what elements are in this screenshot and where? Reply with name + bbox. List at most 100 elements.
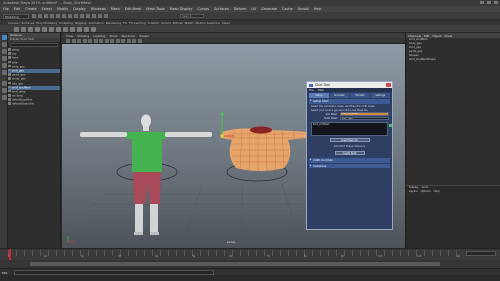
shelf-tab-custom[interactable]: Custom	[148, 21, 160, 25]
menu-modify[interactable]: Modify	[57, 7, 68, 11]
menu-create[interactable]: Create	[25, 7, 36, 11]
scale-tool-icon[interactable]	[1, 70, 7, 75]
torus-icon[interactable]	[42, 26, 47, 32]
shelf-tab-curves-surfaces[interactable]: Curves / Surfaces	[8, 21, 34, 25]
separate-icon[interactable]	[70, 26, 75, 32]
playhead[interactable]	[9, 249, 11, 260]
layer-menu-help[interactable]: Help	[434, 190, 440, 194]
ipr-render-icon[interactable]	[104, 14, 108, 18]
tab-transfer[interactable]: Transfer	[350, 93, 370, 98]
viewport-menu-renderer[interactable]: Renderer	[122, 34, 136, 38]
select-tool-icon[interactable]	[1, 35, 7, 40]
save-scene-icon[interactable]	[44, 14, 48, 18]
rotate-tool-icon[interactable]	[1, 63, 7, 68]
lasso-tool-icon[interactable]	[1, 42, 7, 47]
tab-simulate[interactable]: Simulate	[329, 93, 349, 98]
channel-box-line[interactable]: shirt_simMeshShape	[406, 58, 500, 62]
channel-tab-show[interactable]: Show	[444, 34, 452, 38]
section-setup-shirt[interactable]: Setup Shirt	[309, 99, 390, 104]
time-slider[interactable]: 1102030405060708090100110120	[0, 248, 500, 260]
menu-set-selector[interactable]: Modeling	[3, 13, 29, 19]
menu-deform[interactable]: Deform	[234, 7, 247, 11]
range-slider-handle[interactable]	[30, 262, 440, 266]
bevel-icon[interactable]	[84, 26, 89, 32]
viewport-menu-panels[interactable]: Panels	[139, 34, 149, 38]
camera-attributes-icon[interactable]	[71, 39, 76, 43]
channel-tab-channels[interactable]: Channels	[408, 34, 421, 38]
layer-menu-layers[interactable]: Layers	[409, 190, 418, 194]
dialog-close-button[interactable]	[386, 83, 391, 87]
plane-icon[interactable]	[49, 26, 54, 32]
menu-cache[interactable]: Cache	[282, 7, 293, 11]
close-button[interactable]	[494, 1, 498, 4]
shelf-tab-fx-caching[interactable]: FX Caching	[129, 21, 146, 25]
new-scene-icon[interactable]	[32, 14, 36, 18]
shelf-tab-sculpting[interactable]: Sculpting	[59, 21, 73, 25]
combine-icon[interactable]	[63, 26, 68, 32]
command-input[interactable]	[14, 270, 214, 275]
menu-file[interactable]: File	[3, 7, 9, 11]
shelf-tab-animation[interactable]: Animation	[88, 21, 103, 25]
redo-icon[interactable]	[56, 14, 60, 18]
move-tool-icon[interactable]	[1, 56, 7, 61]
lights-icon[interactable]	[121, 39, 125, 43]
dialog-menu-help[interactable]: Help	[318, 88, 324, 92]
menu-mesh[interactable]: Mesh	[111, 7, 120, 11]
add-icon[interactable]	[389, 123, 392, 127]
single-view-icon[interactable]	[1, 81, 7, 86]
cloth-mesh-field[interactable]: shirt_geo	[340, 116, 389, 121]
shelf-tab-mash[interactable]: MASH	[185, 21, 194, 25]
cylinder-icon[interactable]	[28, 26, 33, 32]
current-frame-field[interactable]	[466, 251, 496, 256]
menu-arnold[interactable]: Arnold	[298, 7, 309, 11]
paint-select-icon[interactable]	[1, 49, 7, 54]
menu-windows[interactable]: Windows	[91, 7, 106, 11]
resolution-gate-icon[interactable]	[99, 39, 103, 43]
sim-mesh-field[interactable]: shirt_simMesh	[340, 112, 389, 116]
xray-icon[interactable]	[132, 39, 136, 43]
minimize-button[interactable]	[480, 1, 484, 4]
wireframe-icon[interactable]	[104, 39, 109, 43]
select-hierarchy-icon[interactable]	[62, 14, 66, 18]
viewport-menu-lighting[interactable]: Lighting	[93, 34, 105, 38]
viewport-menu-shading[interactable]: Shading	[77, 34, 89, 38]
shelf-tab-bifrost[interactable]: Bifrost	[173, 21, 183, 25]
snap-point-icon[interactable]	[92, 14, 96, 18]
snap-curve-icon[interactable]	[86, 14, 90, 18]
smooth-shade-icon[interactable]	[110, 39, 114, 43]
four-view-icon[interactable]	[1, 88, 7, 93]
shelf-tab-poly-modeling[interactable]: Poly Modeling	[36, 21, 57, 25]
outliner-item[interactable]: defaultObjectSet	[8, 102, 60, 106]
cone-icon[interactable]	[35, 26, 40, 32]
grid-toggle-icon[interactable]	[88, 39, 92, 43]
load-mesh-ids-button[interactable]: Load Mesh Ids	[329, 137, 370, 143]
menu-generate[interactable]: Generate	[261, 7, 277, 11]
menu-surfaces[interactable]: Surfaces	[214, 7, 229, 11]
menu-edit[interactable]: Edit	[14, 7, 21, 11]
maximize-button[interactable]	[487, 1, 491, 4]
undo-icon[interactable]	[50, 14, 54, 18]
shelf-tab-fx[interactable]: FX	[123, 21, 127, 25]
menu-select[interactable]: Select	[42, 7, 52, 11]
disc-icon[interactable]	[56, 26, 61, 32]
search-input[interactable]: Search	[180, 14, 204, 18]
select-object-icon[interactable]	[68, 14, 72, 18]
shelf-tab-xgen[interactable]: XGen	[222, 21, 230, 25]
range-slider[interactable]	[0, 260, 500, 268]
channel-tab-edit[interactable]: Edit	[424, 34, 429, 38]
tab-setup[interactable]: Setup	[309, 93, 329, 98]
bookmark-icon[interactable]	[77, 39, 81, 43]
open-scene-icon[interactable]	[38, 14, 42, 18]
section-collisions[interactable]: Collisions	[309, 163, 390, 169]
shelf-tab-rendering[interactable]: Rendering	[106, 21, 121, 25]
dialog-title-bar[interactable]: Shirt Tool	[307, 82, 392, 88]
viewport-menu-show[interactable]: Show	[109, 34, 117, 38]
textured-icon[interactable]	[115, 39, 120, 43]
tab-settings[interactable]: Settings	[370, 93, 390, 98]
isolate-select-icon[interactable]	[137, 39, 142, 43]
dialog-menu-file[interactable]: File	[309, 88, 314, 92]
menu-mesh-display[interactable]: Mesh Display	[170, 7, 193, 11]
mesh-id-list[interactable]: shirt_simMesh	[311, 121, 392, 136]
menu-mesh-tools[interactable]: Mesh Tools	[146, 7, 164, 11]
viewport-menu-view[interactable]: View	[66, 34, 73, 38]
